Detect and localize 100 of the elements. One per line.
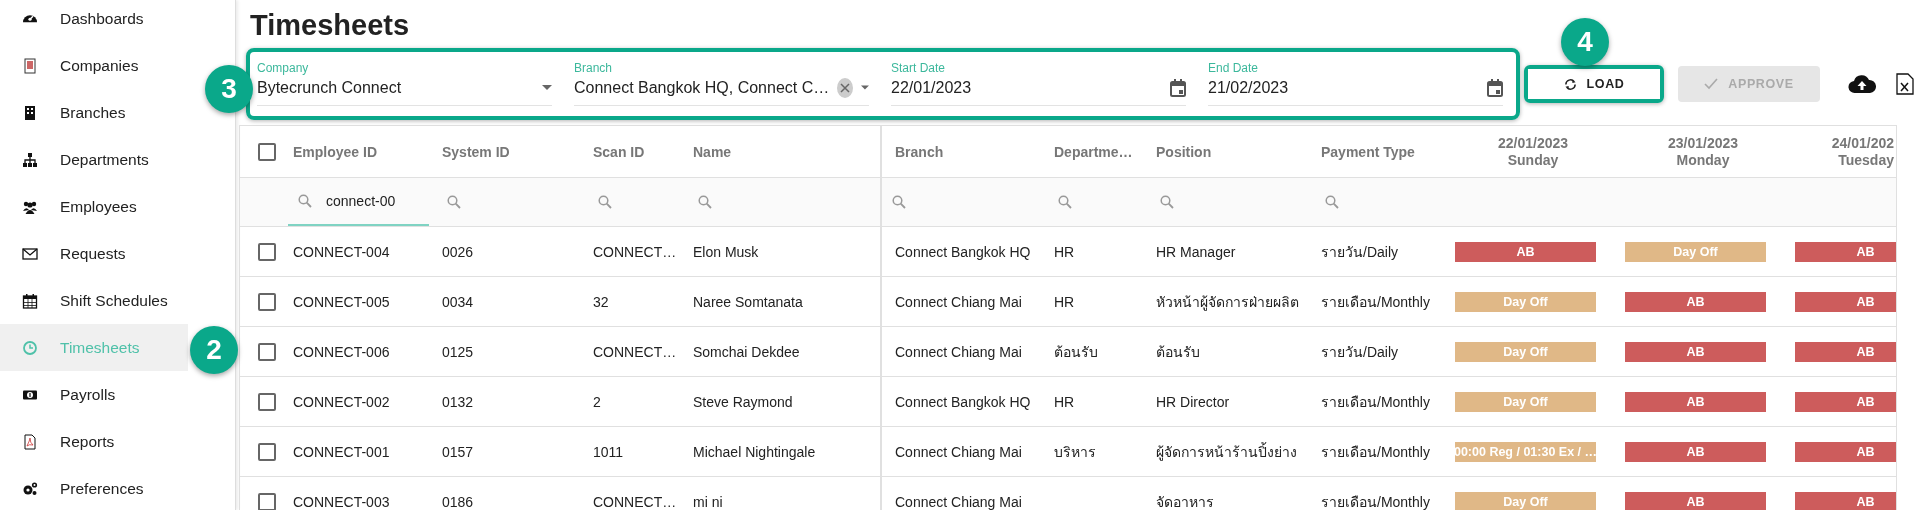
checkbox[interactable]: [258, 392, 276, 411]
column-header[interactable]: Monday: [1676, 151, 1730, 169]
sidebar-item[interactable]: Reports: [0, 418, 188, 465]
table-cell: 0034: [442, 293, 474, 310]
table-cell: CONNECT-003: [293, 493, 390, 510]
status-tag: Day Off: [1455, 491, 1596, 510]
table-cell: HR: [1054, 393, 1075, 410]
table-cell: Steve Raymond: [693, 393, 793, 410]
table-cell: CONNECT-004: [293, 243, 390, 260]
table-cell: 2: [593, 393, 601, 410]
column-header[interactable]: Employee ID: [293, 143, 378, 160]
table-cell: Connect Bangkok HQ: [895, 243, 1031, 260]
table-cell: 1011: [593, 443, 624, 460]
date-field[interactable]: Start Date 22/01/2023: [891, 52, 1186, 106]
sidebar-item[interactable]: Shift Schedules: [0, 277, 188, 324]
cloud-upload-icon[interactable]: [1848, 74, 1876, 94]
status-tag: AB: [1625, 291, 1766, 312]
sidebar-item[interactable]: Dashboards: [0, 0, 188, 42]
search-icon: [598, 195, 612, 209]
table-cell: 0186: [442, 493, 474, 510]
checkbox[interactable]: [258, 242, 276, 261]
page-title: Timesheets: [250, 8, 410, 43]
table-cell-text: บริหาร: [1054, 442, 1096, 462]
search-icon: [447, 195, 461, 209]
search-icon: [1058, 195, 1072, 209]
sidebar-item[interactable]: Payrolls: [0, 371, 188, 418]
table-cell-text: รายเดือน/Monthly: [1321, 492, 1430, 510]
column-header[interactable]: Scan ID: [593, 143, 645, 160]
step-badge: 3: [205, 65, 253, 113]
table-cell-text: รายวัน/Daily: [1321, 242, 1398, 262]
select-field[interactable]: Company Bytecrunch Connect: [257, 52, 552, 106]
load-button[interactable]: LOAD: [1528, 69, 1660, 99]
status-tag: AB: [1795, 441, 1896, 462]
filter-field[interactable]: connect-00: [288, 178, 429, 226]
status-tag: Day Off: [1625, 241, 1766, 262]
column-header[interactable]: Payment Type: [1321, 143, 1415, 160]
calendar-icon: [22, 292, 38, 309]
calendar-icon[interactable]: [1487, 78, 1503, 97]
checkbox[interactable]: [258, 492, 276, 510]
status-tag: AB: [1795, 241, 1896, 262]
sidebar-item[interactable]: Requests: [0, 230, 188, 277]
multi-select-field[interactable]: Branch Connect Bangkok HQ, Connect C…: [574, 52, 869, 106]
table-cell: CONNECT…: [593, 493, 677, 510]
step-badge: 2: [190, 326, 238, 374]
table-cell: 0125: [442, 343, 474, 360]
date-field[interactable]: End Date 21/02/2023: [1208, 52, 1503, 106]
column-header[interactable]: 22/01/2023: [1497, 134, 1569, 152]
column-header[interactable]: Departme…: [1054, 143, 1133, 160]
checkbox[interactable]: [258, 442, 276, 461]
column-header[interactable]: Branch: [895, 143, 944, 160]
excel-file-icon[interactable]: [1896, 73, 1914, 95]
clear-icon[interactable]: [837, 77, 854, 98]
table-cell: Somchai Dekdee: [693, 343, 800, 360]
envelope-icon: [22, 245, 38, 262]
column-header[interactable]: Name: [693, 143, 732, 160]
sidebar-item[interactable]: Employees: [0, 183, 188, 230]
status-tag: AB: [1625, 441, 1766, 462]
status-tag: AB: [1795, 391, 1896, 412]
table-cell: CONNECT-001: [293, 443, 390, 460]
column-header[interactable]: 23/01/2023: [1667, 134, 1739, 152]
table-cell-text: ผู้จัดการหน้าร้านปิ้งย่าง: [1156, 441, 1297, 463]
table-cell: 0157: [442, 443, 474, 460]
column-header[interactable]: System ID: [442, 143, 510, 160]
status-tag: AB: [1625, 491, 1766, 510]
table-cell-text: รายวัน/Daily: [1321, 342, 1398, 362]
search-icon: [1160, 195, 1174, 209]
sidebar-item[interactable]: Branches: [0, 89, 188, 136]
status-tag: Day Off: [1455, 341, 1596, 362]
table-cell-text: ต้อนรับ: [1156, 342, 1200, 362]
table-cell: Connect Chiang Mai: [895, 443, 1022, 460]
checkbox[interactable]: [258, 142, 276, 161]
column-header[interactable]: Position: [1156, 143, 1212, 160]
sidebar-item[interactable]: Preferences: [0, 465, 188, 510]
table-cell: 0132: [442, 393, 474, 410]
table-cell: Michael Nightingale: [693, 443, 816, 460]
status-tag: AB: [1795, 341, 1896, 362]
column-header[interactable]: 24/01/202: [1831, 134, 1894, 152]
search-icon: [298, 194, 312, 208]
table-cell-text: รายเดือน/Monthly: [1321, 442, 1430, 462]
sidebar-item[interactable]: Departments: [0, 136, 188, 183]
column-header[interactable]: Tuesday: [1838, 151, 1894, 169]
status-tag: AB: [1795, 491, 1896, 510]
status-tag: Day Off: [1455, 391, 1596, 412]
table-cell: 32: [593, 293, 609, 310]
table-cell: HR: [1054, 243, 1075, 260]
table-cell-text: รายเดือน/Monthly: [1321, 292, 1430, 312]
calendar-icon[interactable]: [1170, 78, 1186, 97]
checkbox[interactable]: [258, 342, 276, 361]
table-cell: Connect Chiang Mai: [895, 293, 1022, 310]
table-cell: Connect Chiang Mai: [895, 343, 1022, 360]
table-cell-text: จัดอาหาร: [1156, 492, 1214, 510]
status-tag: AB: [1455, 241, 1596, 262]
dashboard-icon: [22, 14, 38, 23]
table-cell: CONNECT…: [593, 343, 677, 360]
table-cell: HR Director: [1156, 393, 1230, 410]
caret-icon: [861, 85, 869, 90]
building-icon: [22, 57, 38, 74]
sidebar-item[interactable]: Companies: [0, 42, 188, 89]
checkbox[interactable]: [258, 292, 276, 311]
column-header[interactable]: Sunday: [1507, 151, 1559, 169]
